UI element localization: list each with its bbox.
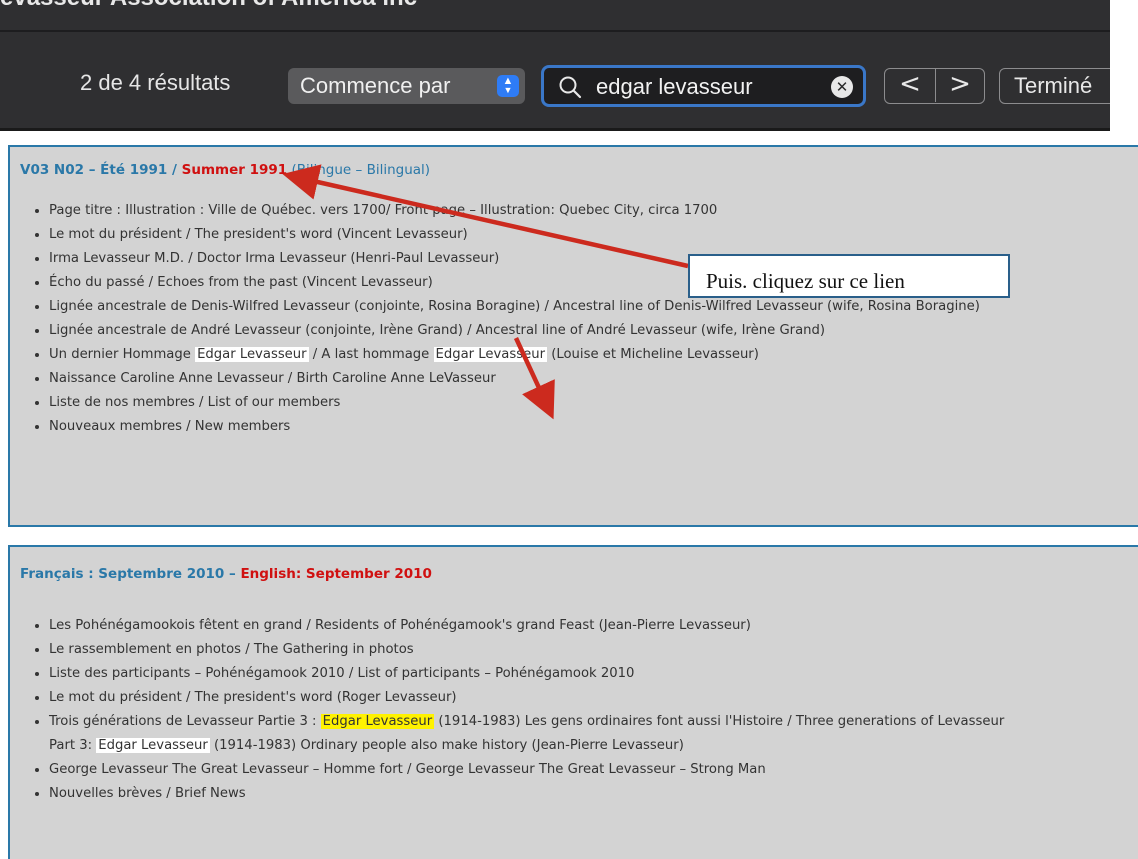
list-item: Page titre : Illustration : Ville de Qué… — [49, 199, 1138, 223]
list-item: Liste des participants – Pohénégamook 20… — [49, 662, 1138, 686]
issue-title: V03 N02 – Été 1991 / Summer 1991 (Biling… — [20, 162, 430, 178]
toolbar-divider — [0, 30, 1110, 32]
issue-title-fr[interactable]: V03 N02 – Été 1991 / — [20, 162, 182, 178]
issue-title-separator: – — [224, 566, 241, 582]
text-segment: Trois générations de Levasseur Partie 3 … — [49, 714, 321, 729]
search-icon — [558, 75, 582, 103]
list-item: Lignée ancestrale de André Levasseur (co… — [49, 319, 1138, 343]
issue-contents-list: Les Pohénégamookois fêtent en grand / Re… — [20, 614, 1138, 806]
issue-panel-1991: V03 N02 – Été 1991 / Summer 1991 (Biling… — [8, 145, 1138, 527]
list-item: Nouveaux membres / New members — [49, 415, 1138, 439]
text-segment: / A last hommage — [308, 347, 434, 362]
list-item-tribute: Un dernier Hommage Edgar Levasseur / A l… — [49, 343, 1138, 367]
clear-search-icon[interactable]: ✕ — [831, 76, 853, 98]
search-match-highlight: Edgar Levasseur — [96, 738, 210, 753]
search-match-highlight: Edgar Levasseur — [195, 347, 309, 362]
text-segment: Un dernier Hommage — [49, 347, 196, 362]
result-count: 2 de 4 résultats — [80, 70, 231, 95]
issue-title-note: (Bilingue – Bilingual) — [287, 162, 431, 178]
text-segment: (1914-1983) Les gens ordinaires font aus… — [434, 714, 1005, 729]
match-mode-select[interactable]: Commence par ▲ ▼ — [288, 68, 525, 104]
window-title: evasseur Association of America inc — [0, 0, 1110, 24]
chevron-updown-icon: ▲ ▼ — [497, 75, 519, 97]
done-button[interactable]: Terminé — [999, 68, 1110, 104]
result-navigation: < > — [884, 68, 985, 104]
list-item: Le mot du président / The president's wo… — [49, 686, 1138, 710]
next-result-button[interactable]: > — [935, 69, 984, 102]
find-toolbar: evasseur Association of America inc 2 de… — [0, 0, 1110, 131]
list-item: Lignée ancestrale de Denis-Wilfred Levas… — [49, 295, 1129, 319]
chevron-right-icon: > — [949, 69, 971, 99]
issue-contents-list: Page titre : Illustration : Ville de Qué… — [20, 199, 1138, 439]
list-item: Les Pohénégamookois fêtent en grand / Re… — [49, 614, 1138, 638]
text-segment: Part 3: — [49, 738, 97, 753]
issue-panel-2010: Français : Septembre 2010 – English: Sep… — [8, 545, 1138, 859]
list-item: Nouvelles brèves / Brief News — [49, 782, 1138, 806]
list-item-generations: Trois générations de Levasseur Partie 3 … — [49, 710, 1129, 758]
search-field[interactable]: ✕ — [541, 65, 866, 107]
search-match-highlight: Edgar Levasseur — [433, 347, 548, 362]
issue-title-fr-link[interactable]: Français : Septembre 2010 — [20, 566, 224, 582]
issue-title-en-link[interactable]: Summer 1991 — [182, 162, 288, 178]
list-item: Le rassemblement en photos / The Gatheri… — [49, 638, 1138, 662]
list-item: Naissance Caroline Anne Levasseur / Birt… — [49, 367, 1138, 391]
list-item: George Levasseur The Great Levasseur – H… — [49, 758, 1138, 782]
previous-result-button[interactable]: < — [885, 69, 936, 102]
issue-title: Français : Septembre 2010 – English: Sep… — [20, 566, 432, 582]
text-segment: (Louise et Micheline Levasseur) — [547, 347, 759, 362]
match-mode-label: Commence par — [300, 73, 451, 98]
text-segment: (1914-1983) Ordinary people also make hi… — [209, 738, 684, 753]
search-input[interactable] — [594, 72, 818, 102]
list-item: Liste de nos membres / List of our membe… — [49, 391, 1138, 415]
instruction-callout: Puis. cliquez sur ce lien — [688, 254, 1010, 298]
chevron-left-icon: < — [899, 69, 921, 99]
list-item: Le mot du président / The president's wo… — [49, 223, 1138, 247]
search-match-current-highlight: Edgar Levasseur — [320, 714, 435, 729]
issue-title-en-link[interactable]: English: September 2010 — [240, 566, 431, 582]
